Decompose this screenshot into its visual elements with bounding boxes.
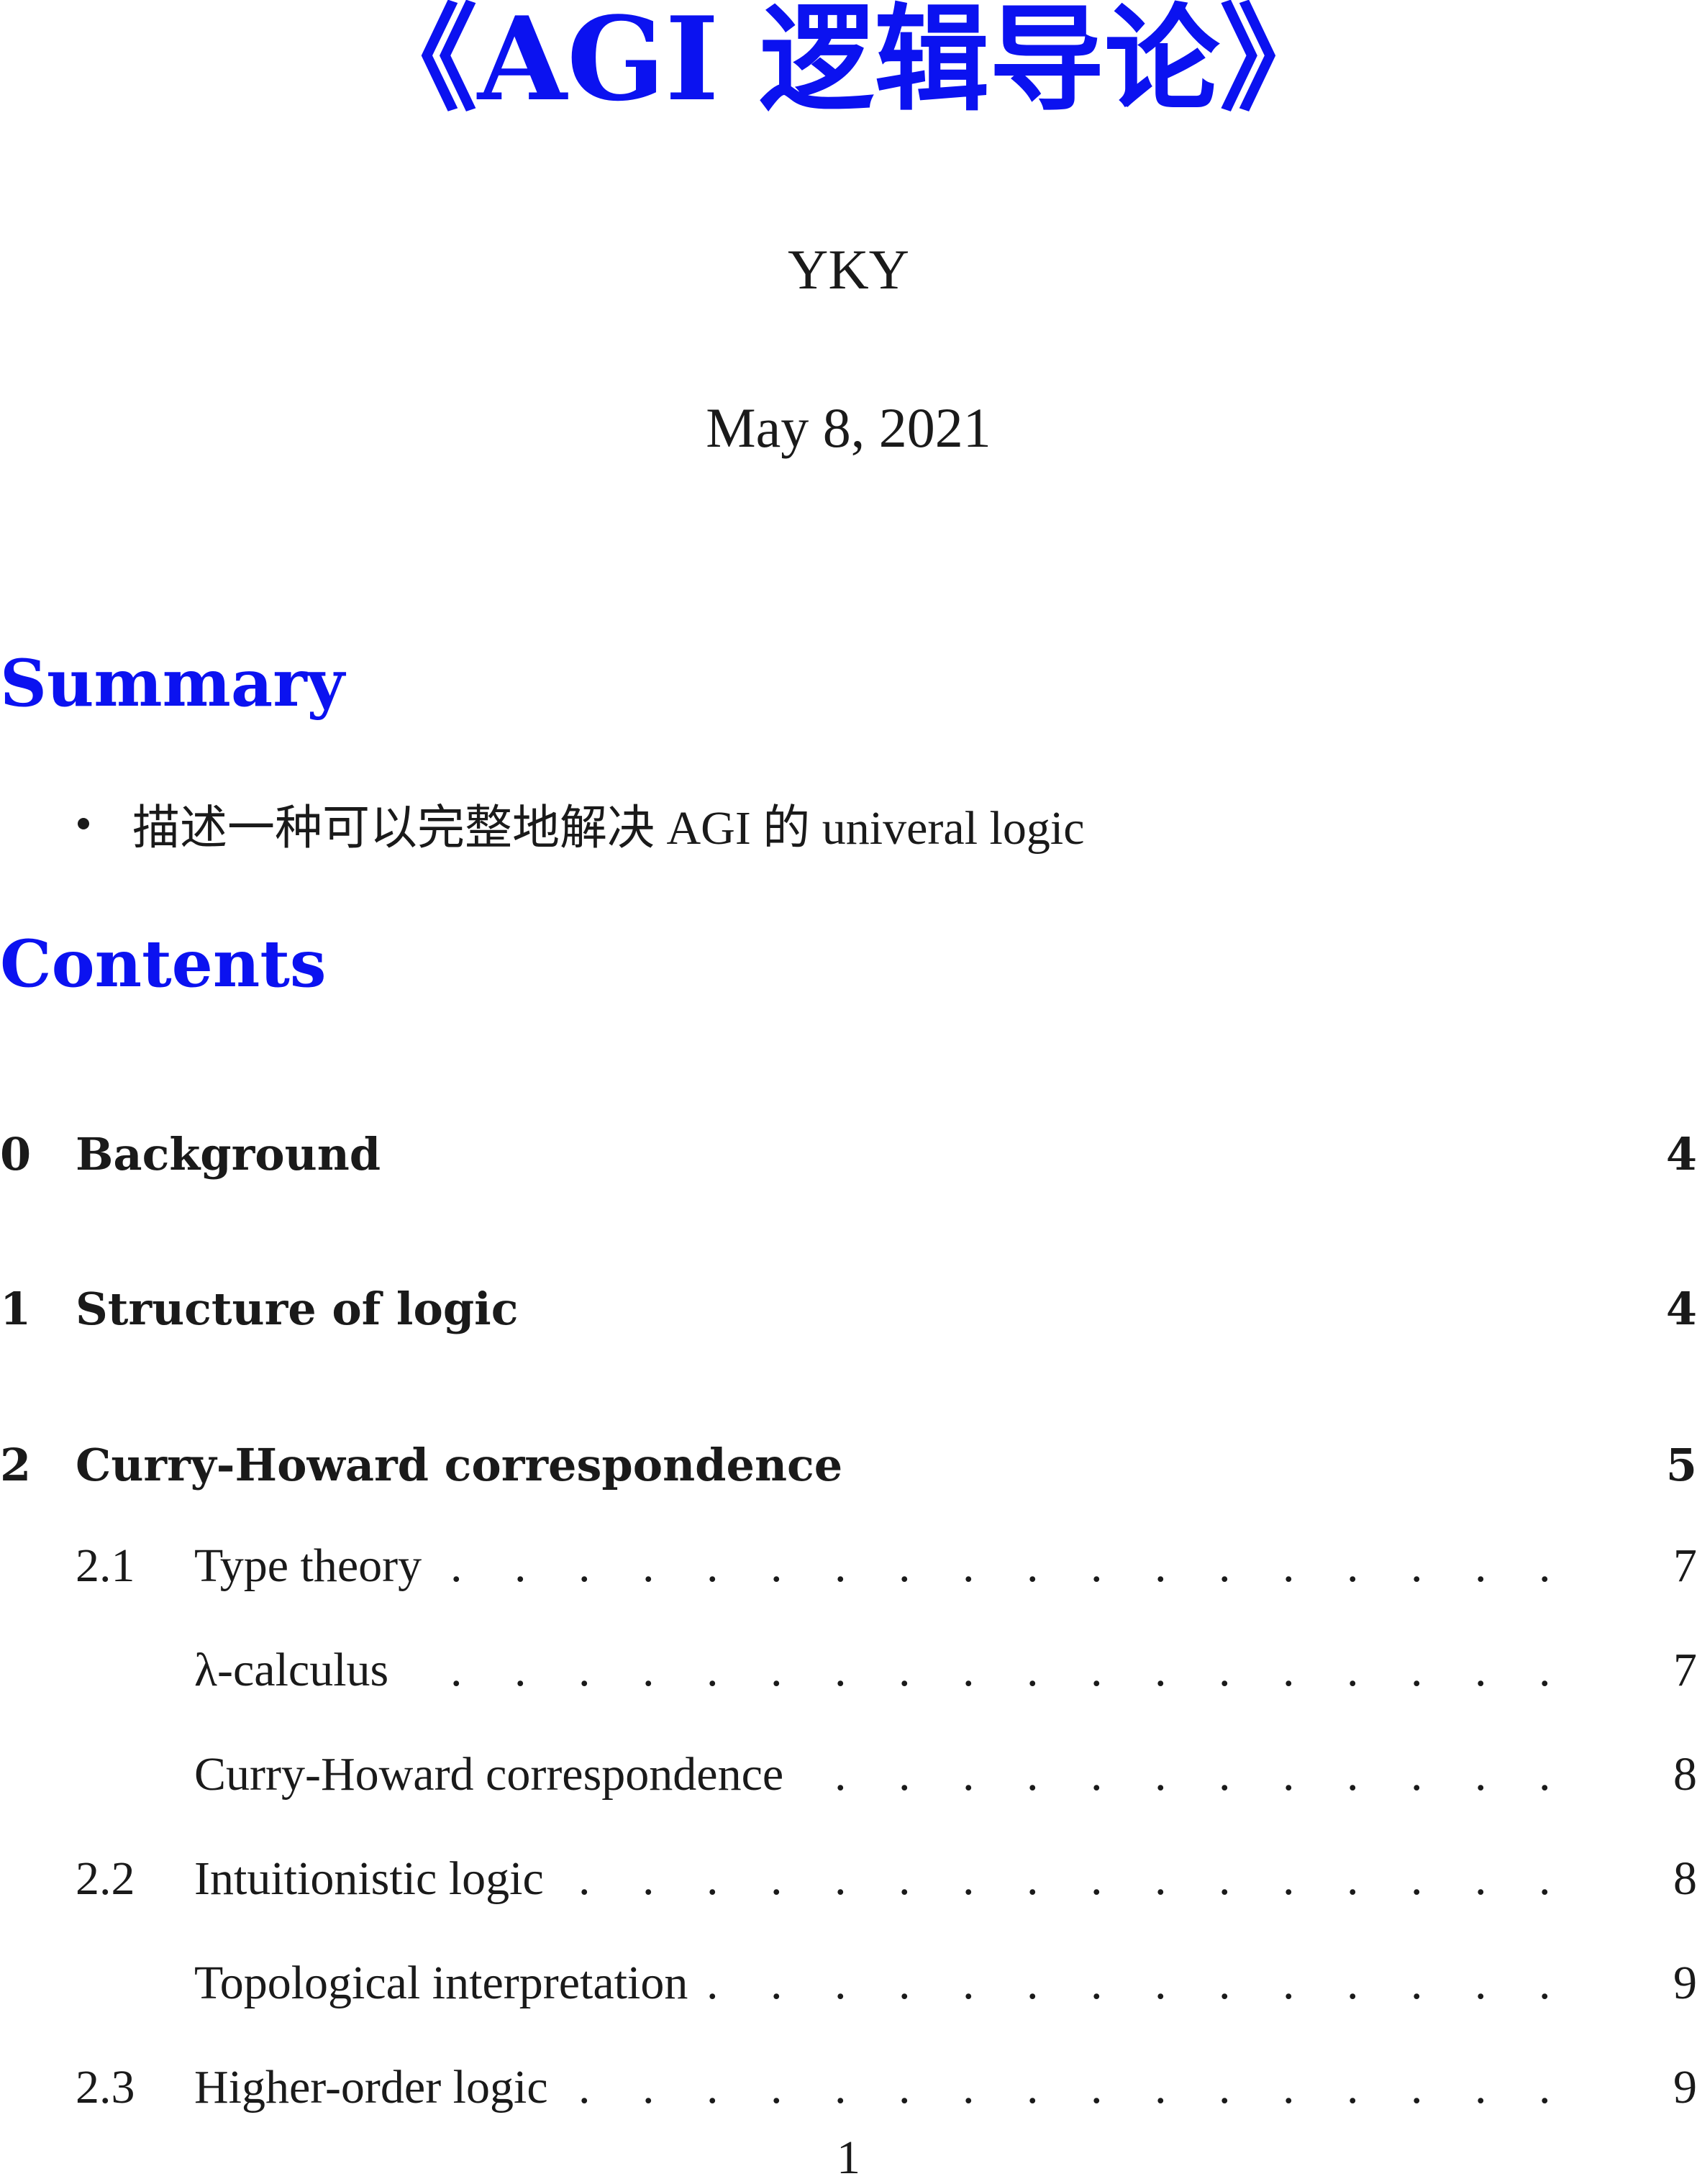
toc-label[interactable]: Structure of logic: [76, 1277, 519, 1342]
summary-heading: Summary: [0, 645, 345, 722]
toc-number: 2.3: [76, 2061, 135, 2114]
toc-entry-structure-of-logic[interactable]: 1 Structure of logic 4: [0, 1277, 1697, 1342]
toc-number: 0: [0, 1128, 32, 1180]
toc-page-number[interactable]: 9: [1673, 2055, 1697, 2120]
toc-number: 2.1: [76, 1539, 135, 1592]
summary-list-item: 描述一种可以完整地解决 AGI 的 univeral logic: [72, 791, 1085, 856]
toc-page-number[interactable]: 7: [1673, 1534, 1697, 1598]
document-title: 《AGI 逻辑导论》: [362, 0, 1335, 127]
bullet-icon: [78, 818, 89, 829]
toc-label[interactable]: Curry-Howard correspondence: [76, 1433, 842, 1498]
toc-page-number[interactable]: 4: [1666, 1122, 1697, 1187]
toc-number: 1: [0, 1283, 32, 1335]
toc-page-number[interactable]: 9: [1673, 1951, 1697, 2016]
toc-number: 2.2: [76, 1852, 135, 1905]
toc-entry-higher-order-logic[interactable]: 2.3 . . . . . . . . . . . . . . . . . . …: [0, 2055, 1697, 2120]
toc-page-number[interactable]: 8: [1673, 1742, 1697, 1807]
contents-heading: Contents: [0, 926, 327, 1002]
toc-entry-intuitionistic-logic[interactable]: 2.2 . . . . . . . . . . . . . . . . . . …: [0, 1847, 1697, 1911]
toc-entry-type-theory[interactable]: 2.1 . . . . . . . . . . . . . . . . . . …: [0, 1534, 1697, 1598]
toc-page-number[interactable]: 4: [1666, 1277, 1697, 1342]
toc-label[interactable]: λ-calculus: [194, 1638, 399, 1703]
toc-label[interactable]: Topological interpretation: [194, 1951, 699, 2016]
toc-label[interactable]: Background: [76, 1122, 381, 1187]
toc-number: 2: [0, 1439, 32, 1491]
toc-label[interactable]: Higher-order logic: [194, 2055, 558, 2120]
author: YKY: [788, 238, 909, 301]
toc-entry-topological-interpretation[interactable]: . . . . . . . . . . . . . . . . . . . . …: [0, 1951, 1697, 2016]
toc-entry-curry-howard[interactable]: 2 Curry-Howard correspondence 5: [0, 1433, 1697, 1498]
toc-entry-background[interactable]: 0 Background 4: [0, 1122, 1697, 1187]
toc-leader-dots: . . . . . . . . . . . . . . . . . . . . …: [194, 1644, 1586, 1696]
toc-label[interactable]: Curry-Howard correspondence: [194, 1742, 794, 1807]
toc-page-number[interactable]: 5: [1666, 1433, 1697, 1498]
publication-date: May 8, 2021: [706, 396, 991, 459]
toc-page-number[interactable]: 7: [1673, 1638, 1697, 1703]
page-number: 1: [837, 2131, 860, 2184]
toc-entry-lambda-calculus[interactable]: . . . . . . . . . . . . . . . . . . . . …: [0, 1638, 1697, 1703]
toc-entry-curry-howard-sub[interactable]: . . . . . . . . . . . . . . . . . . . . …: [0, 1742, 1697, 1807]
toc-label[interactable]: Intuitionistic logic: [194, 1847, 554, 1911]
toc-page-number[interactable]: 8: [1673, 1847, 1697, 1911]
document-page: 《AGI 逻辑导论》 YKY May 8, 2021 Summary 描述一种可…: [0, 0, 1697, 2184]
toc-label[interactable]: Type theory: [194, 1534, 432, 1598]
summary-item-text: 描述一种可以完整地解决 AGI 的 univeral logic: [132, 802, 1085, 855]
